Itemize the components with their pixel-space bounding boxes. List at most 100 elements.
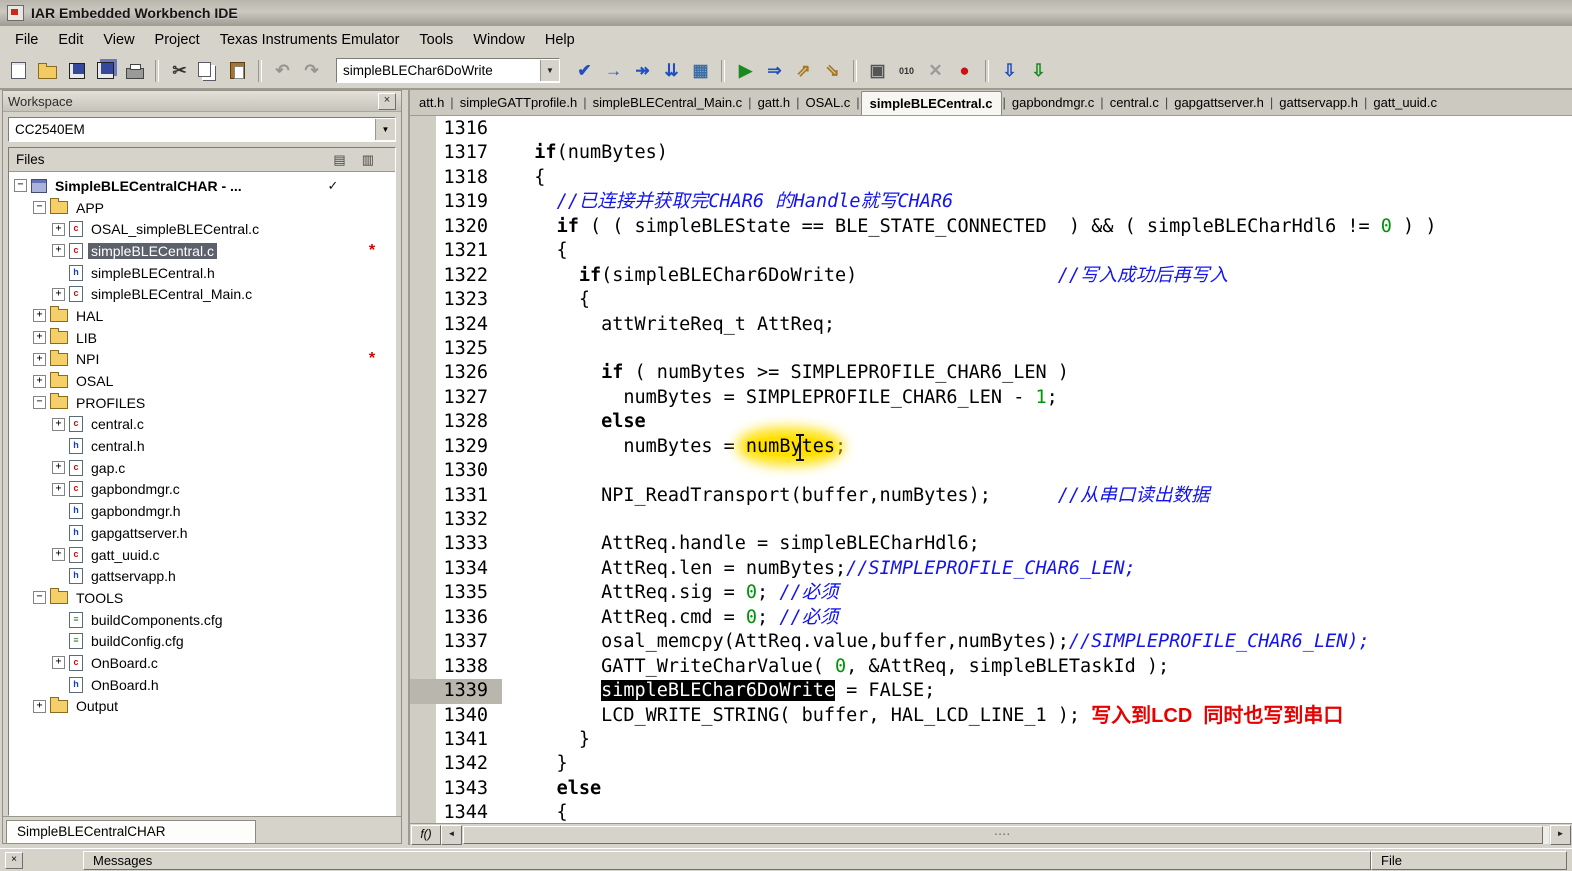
new-document-button[interactable] <box>5 58 32 83</box>
tree-item-simpleblecentral-c[interactable]: + c simpleBLECentral.c * <box>9 240 395 262</box>
tree-item-onboard-h[interactable]: h OnBoard.h <box>9 674 395 696</box>
collapse-icon[interactable]: − <box>33 201 46 215</box>
menu-item-file[interactable]: File <box>5 28 48 52</box>
expand-icon[interactable]: + <box>52 461 65 475</box>
code-line-1329[interactable]: 1329 numBytes = numBytes; <box>410 433 1572 461</box>
code-line-1338[interactable]: 1338 GATT_WriteCharValue( 0, &AttReq, si… <box>410 655 1572 679</box>
code-line-1334[interactable]: 1334 AttReq.len = numBytes;//SIMPLEPROFI… <box>410 557 1572 581</box>
editor-tab-gattservapp-h[interactable]: gattservapp.h <box>1274 91 1363 114</box>
editor-tab-central-c[interactable]: central.c <box>1105 91 1164 114</box>
undo-button[interactable]: ↶ <box>269 58 296 83</box>
tree-item-gap-c[interactable]: + c gap.c <box>9 457 395 479</box>
tree-item-simpleblecentral-main-c[interactable]: + c simpleBLECentral_Main.c <box>9 283 395 305</box>
code-line-1340[interactable]: 1340 LCD_WRITE_STRING( buffer, HAL_LCD_L… <box>410 704 1572 728</box>
code-line-1330[interactable]: 1330 <box>410 459 1572 483</box>
code-line-text[interactable]: { <box>502 288 1572 312</box>
tree-item-simpleblecentral-h[interactable]: h simpleBLECentral.h <box>9 262 395 284</box>
code-line-text[interactable] <box>502 508 1572 532</box>
collapse-icon[interactable]: − <box>33 396 46 410</box>
expand-icon[interactable]: + <box>33 331 46 345</box>
code-line-text[interactable] <box>502 117 1572 141</box>
cut-button[interactable]: ✂ <box>166 58 193 83</box>
code-line-1317[interactable]: 1317 if(numBytes) <box>410 141 1572 165</box>
tree-item-tools[interactable]: − TOOLS <box>9 587 395 609</box>
tree-item-app[interactable]: − APP <box>9 197 395 219</box>
code-line-1324[interactable]: 1324 attWriteReq_t AttReq; <box>410 313 1572 337</box>
code-line-1332[interactable]: 1332 <box>410 508 1572 532</box>
code-line-text[interactable]: AttReq.len = numBytes;//SIMPLEPROFILE_CH… <box>502 557 1572 581</box>
open-header-button[interactable]: ⇗ <box>790 58 817 83</box>
tree-item-osal[interactable]: + OSAL <box>9 370 395 392</box>
code-line-1331[interactable]: 1331 NPI_ReadTransport(buffer,numBytes);… <box>410 484 1572 508</box>
stop-build-button[interactable]: ✕ <box>922 58 949 83</box>
tree-item-npi[interactable]: + NPI * <box>9 349 395 371</box>
tree-item-central-h[interactable]: h central.h <box>9 435 395 457</box>
editor-tab-att-h[interactable]: att.h <box>414 91 449 114</box>
find-in-files-button[interactable]: ▣ <box>864 58 891 83</box>
open-source-button[interactable]: ⇘ <box>819 58 846 83</box>
expand-icon[interactable]: + <box>52 548 65 562</box>
expand-icon[interactable]: + <box>52 244 65 258</box>
menu-item-tools[interactable]: Tools <box>409 28 463 52</box>
expand-icon[interactable]: + <box>52 656 65 670</box>
goto-line-button[interactable]: ⇊ <box>658 58 685 83</box>
save-all-button[interactable] <box>92 58 119 83</box>
menu-item-window[interactable]: Window <box>463 28 535 52</box>
tree-item-onboard-c[interactable]: + c OnBoard.c <box>9 652 395 674</box>
code-line-text[interactable] <box>502 459 1572 483</box>
expand-icon[interactable]: + <box>52 482 65 496</box>
code-line-text[interactable]: osal_memcpy(AttReq.value,buffer,numBytes… <box>502 630 1572 654</box>
code-line-1326[interactable]: 1326 if ( numBytes >= SIMPLEPROFILE_CHAR… <box>410 361 1572 385</box>
code-line-text[interactable]: AttReq.handle = simpleBLECharHdl6; <box>502 532 1572 556</box>
download-and-debug-button[interactable]: ⇩ <box>996 58 1023 83</box>
tree-item-output[interactable]: + Output <box>9 696 395 718</box>
build-column-icon[interactable]: ▥ <box>362 153 374 166</box>
code-line-1323[interactable]: 1323 { <box>410 288 1572 312</box>
tree-item-buildcomponents-cfg[interactable]: ≡ buildComponents.cfg <box>9 609 395 631</box>
redo-button[interactable]: ↷ <box>298 58 325 83</box>
code-line-1333[interactable]: 1333 AttReq.handle = simpleBLECharHdl6; <box>410 532 1572 556</box>
code-line-text[interactable]: } <box>502 752 1572 776</box>
next-statement-button[interactable]: ▶ <box>732 58 759 83</box>
scrollbar-track[interactable]: ▪▪▪▪ <box>463 825 1549 844</box>
editor-tab-osal-c[interactable]: OSAL.c <box>800 91 855 114</box>
code-line-text[interactable]: AttReq.sig = 0; //必须 <box>502 581 1572 605</box>
app-icon[interactable] <box>7 5 24 21</box>
editor-tab-simplegattprofile-h[interactable]: simpleGATTprofile.h <box>455 91 583 114</box>
expand-icon[interactable]: + <box>52 417 65 431</box>
code-line-1342[interactable]: 1342 } <box>410 752 1572 776</box>
code-line-1335[interactable]: 1335 AttReq.sig = 0; //必须 <box>410 581 1572 605</box>
expand-icon[interactable]: + <box>33 352 46 366</box>
tree-item-hal[interactable]: + HAL <box>9 305 395 327</box>
code-line-1320[interactable]: 1320 if ( ( simpleBLEState == BLE_STATE_… <box>410 215 1572 239</box>
code-line-text[interactable]: NPI_ReadTransport(buffer,numBytes); //从串… <box>502 484 1572 508</box>
search-combo[interactable]: simpleBLEChar6DoWrite ▼ <box>336 58 560 83</box>
editor-tab-simpleblecentral-c[interactable]: simpleBLECentral.c <box>860 91 1002 115</box>
code-line-1328[interactable]: 1328 else <box>410 410 1572 434</box>
code-line-1339[interactable]: 1339 simpleBLEChar6DoWrite = FALSE; <box>410 679 1572 704</box>
code-line-text[interactable]: LCD_WRITE_STRING( buffer, HAL_LCD_LINE_1… <box>502 704 1572 728</box>
function-list-button[interactable]: f() <box>411 824 441 845</box>
code-line-text[interactable]: if ( numBytes >= SIMPLEPROFILE_CHAR6_LEN… <box>502 361 1572 385</box>
chevron-down-icon[interactable]: ▼ <box>540 60 559 81</box>
code-line-text[interactable]: attWriteReq_t AttReq; <box>502 313 1572 337</box>
tree-item-gapgattserver-h[interactable]: h gapgattserver.h <box>9 522 395 544</box>
code-line-1318[interactable]: 1318 { <box>410 166 1572 190</box>
code-line-text[interactable]: { <box>502 239 1572 263</box>
code-line-1344[interactable]: 1344 { <box>410 801 1572 823</box>
code-line-1341[interactable]: 1341 } <box>410 728 1572 752</box>
code-line-text[interactable]: simpleBLEChar6DoWrite = FALSE; <box>502 679 1572 703</box>
code-line-1319[interactable]: 1319 //已连接并获取完CHAR6 的Handle就写CHAR6 <box>410 190 1572 214</box>
code-line-text[interactable]: else <box>502 410 1572 434</box>
editor-tab-gapbondmgr-c[interactable]: gapbondmgr.c <box>1007 91 1099 114</box>
tree-item-lib[interactable]: + LIB <box>9 327 395 349</box>
option-column-icon[interactable]: ▤ <box>333 153 345 166</box>
find-previous-button[interactable]: ↠ <box>629 58 656 83</box>
code-line-text[interactable]: //已连接并获取完CHAR6 的Handle就写CHAR6 <box>502 190 1572 214</box>
tree-item-central-c[interactable]: + c central.c <box>9 414 395 436</box>
code-line-text[interactable]: } <box>502 728 1572 752</box>
code-line-text[interactable] <box>502 337 1572 361</box>
code-line-text[interactable]: { <box>502 801 1572 823</box>
collapse-icon[interactable]: − <box>33 591 46 605</box>
file-column-header[interactable]: File <box>1371 851 1567 870</box>
